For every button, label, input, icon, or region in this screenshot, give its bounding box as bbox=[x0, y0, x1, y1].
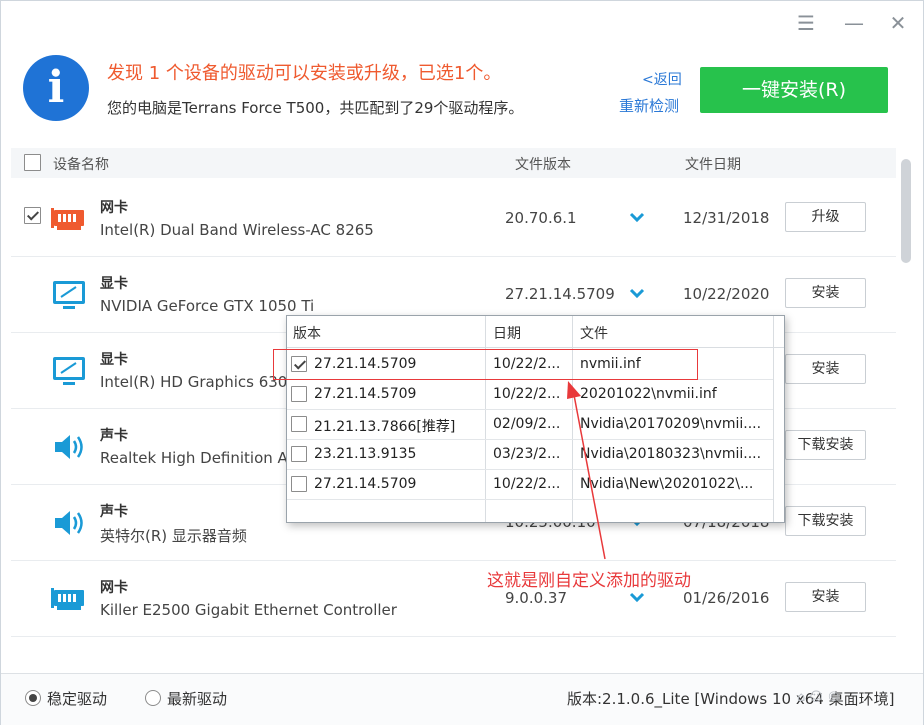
option-date: 03/23/2... bbox=[493, 446, 561, 462]
file-date: 10/22/2020 bbox=[683, 285, 770, 303]
option-version: 21.21.13.7866[推荐] bbox=[314, 419, 456, 435]
latest-driver-label[interactable]: 最新驱动 bbox=[167, 688, 227, 709]
app-window: ☰ — ✕ i 发现 1 个设备的驱动可以安装或升级，已选1个。 您的电脑是Te… bbox=[0, 0, 924, 725]
device-type: 声卡 bbox=[100, 428, 128, 444]
file-version: 20.70.6.1 bbox=[505, 209, 577, 227]
device-name: Intel(R) HD Graphics 630 bbox=[100, 373, 288, 391]
network-card-icon bbox=[51, 581, 87, 617]
dropdown-column-version: 版本 bbox=[293, 326, 321, 342]
annotation-highlight-box bbox=[273, 349, 698, 380]
option-checkbox[interactable] bbox=[291, 416, 307, 432]
device-type: 声卡 bbox=[100, 504, 128, 520]
network-card-icon bbox=[51, 201, 87, 237]
speaker-icon bbox=[51, 429, 87, 465]
option-file: 20201022\nvmii.inf bbox=[580, 386, 717, 402]
device-type: 显卡 bbox=[100, 352, 128, 368]
speaker-icon bbox=[51, 505, 87, 541]
latest-driver-radio[interactable] bbox=[145, 690, 161, 706]
dropdown-header: 版本 日期 文件 bbox=[287, 316, 784, 348]
table-header: 设备名称 文件版本 文件日期 bbox=[11, 148, 896, 178]
watermark: ⌂ ☺ © bbox=[797, 690, 841, 705]
display-icon bbox=[51, 277, 87, 313]
one-click-install-button[interactable]: 一键安装(R) bbox=[700, 67, 888, 113]
computer-summary: 您的电脑是Terrans Force T500，共匹配到了29个驱动程序。 bbox=[107, 99, 524, 117]
column-date: 文件日期 bbox=[685, 157, 741, 173]
back-link[interactable]: <返回 bbox=[642, 69, 682, 89]
driver-version-option[interactable]: 27.21.14.5709 10/22/2... 20201022\nvmii.in… bbox=[287, 380, 773, 410]
driver-version-option[interactable]: 21.21.13.7866[推荐] 02/09/2... Nvidia\201702… bbox=[287, 410, 773, 440]
option-date: 10/22/2... bbox=[493, 386, 561, 402]
file-version: 27.21.14.5709 bbox=[505, 285, 615, 303]
option-date: 10/22/2... bbox=[493, 476, 561, 492]
option-checkbox[interactable] bbox=[291, 386, 307, 402]
annotation-text: 这就是刚自定义添加的驱动 bbox=[487, 571, 691, 591]
driver-version-option[interactable]: 27.21.14.5709 10/22/2... Nvidia\New\202010… bbox=[287, 470, 773, 500]
scroll-thumb[interactable] bbox=[901, 159, 911, 263]
recheck-link[interactable]: 重新检测 bbox=[619, 95, 679, 116]
file-date: 01/26/2016 bbox=[683, 589, 770, 607]
column-version: 文件版本 bbox=[515, 157, 571, 173]
device-row[interactable]: 网卡 Intel(R) Dual Band Wireless-AC 8265 20.… bbox=[11, 181, 896, 257]
option-date: 02/09/2... bbox=[493, 416, 561, 432]
install-action-button[interactable]: 升级 bbox=[785, 202, 866, 232]
info-icon: i bbox=[23, 55, 89, 121]
option-file: Nvidia\20170209\nvmii.... bbox=[580, 416, 762, 432]
stable-driver-label[interactable]: 稳定驱动 bbox=[47, 688, 107, 709]
menu-icon[interactable]: ☰ bbox=[791, 9, 821, 37]
option-version: 23.21.13.9135 bbox=[314, 446, 417, 462]
footer: 稳定驱动 最新驱动 版本:2.1.0.6_Lite [Windows 10 x6… bbox=[1, 673, 923, 725]
driver-version-option[interactable]: 23.21.13.9135 03/23/2... Nvidia\20180323\n… bbox=[287, 440, 773, 470]
file-date: 12/31/2018 bbox=[683, 209, 770, 227]
device-name: Intel(R) Dual Band Wireless-AC 8265 bbox=[100, 221, 374, 239]
device-type: 显卡 bbox=[100, 276, 128, 292]
dropdown-column-file: 文件 bbox=[580, 326, 608, 342]
option-version: 27.21.14.5709 bbox=[314, 386, 417, 402]
column-divider bbox=[773, 316, 774, 522]
option-checkbox[interactable] bbox=[291, 476, 307, 492]
option-checkbox[interactable] bbox=[291, 446, 307, 462]
install-action-button[interactable]: 安装 bbox=[785, 354, 866, 384]
option-file: Nvidia\New\20201022\... bbox=[580, 476, 754, 492]
display-icon bbox=[51, 353, 87, 389]
headline: 发现 1 个设备的驱动可以安装或升级，已选1个。 bbox=[107, 63, 502, 84]
device-name: NVIDIA GeForce GTX 1050 Ti bbox=[100, 297, 315, 315]
option-version: 27.21.14.5709 bbox=[314, 476, 417, 492]
row-checkbox[interactable] bbox=[24, 207, 41, 224]
chevron-down-icon[interactable] bbox=[625, 281, 649, 305]
scrollbar[interactable] bbox=[899, 151, 913, 656]
stable-driver-radio[interactable] bbox=[25, 690, 41, 706]
file-version: 9.0.0.37 bbox=[505, 589, 568, 607]
device-row[interactable]: 网卡 Killer E2500 Gigabit Ethernet Controll… bbox=[11, 561, 896, 637]
version-info: 版本:2.1.0.6_Lite [Windows 10 x64 桌面环境] bbox=[567, 690, 895, 708]
device-type: 网卡 bbox=[100, 580, 128, 596]
device-name: Killer E2500 Gigabit Ethernet Controller bbox=[100, 601, 397, 619]
column-device: 设备名称 bbox=[53, 157, 109, 173]
option-file: Nvidia\20180323\nvmii.... bbox=[580, 446, 762, 462]
install-action-button[interactable]: 下载安装 bbox=[785, 506, 866, 536]
close-icon[interactable]: ✕ bbox=[883, 9, 913, 37]
device-name: 英特尔(R) 显示器音频 bbox=[100, 527, 247, 545]
install-action-button[interactable]: 安装 bbox=[785, 582, 866, 612]
select-all-checkbox[interactable] bbox=[24, 154, 41, 171]
chevron-down-icon[interactable] bbox=[625, 205, 649, 229]
install-action-button[interactable]: 下载安装 bbox=[785, 430, 866, 460]
install-action-button[interactable]: 安装 bbox=[785, 278, 866, 308]
minimize-icon[interactable]: — bbox=[839, 9, 869, 37]
version-dropdown: 版本 日期 文件 27.21.14.5709 10/22/2... nvmii.in… bbox=[286, 315, 785, 523]
device-type: 网卡 bbox=[100, 200, 128, 216]
device-name: Realtek High Definition Au bbox=[100, 449, 298, 467]
dropdown-column-date: 日期 bbox=[493, 326, 521, 342]
